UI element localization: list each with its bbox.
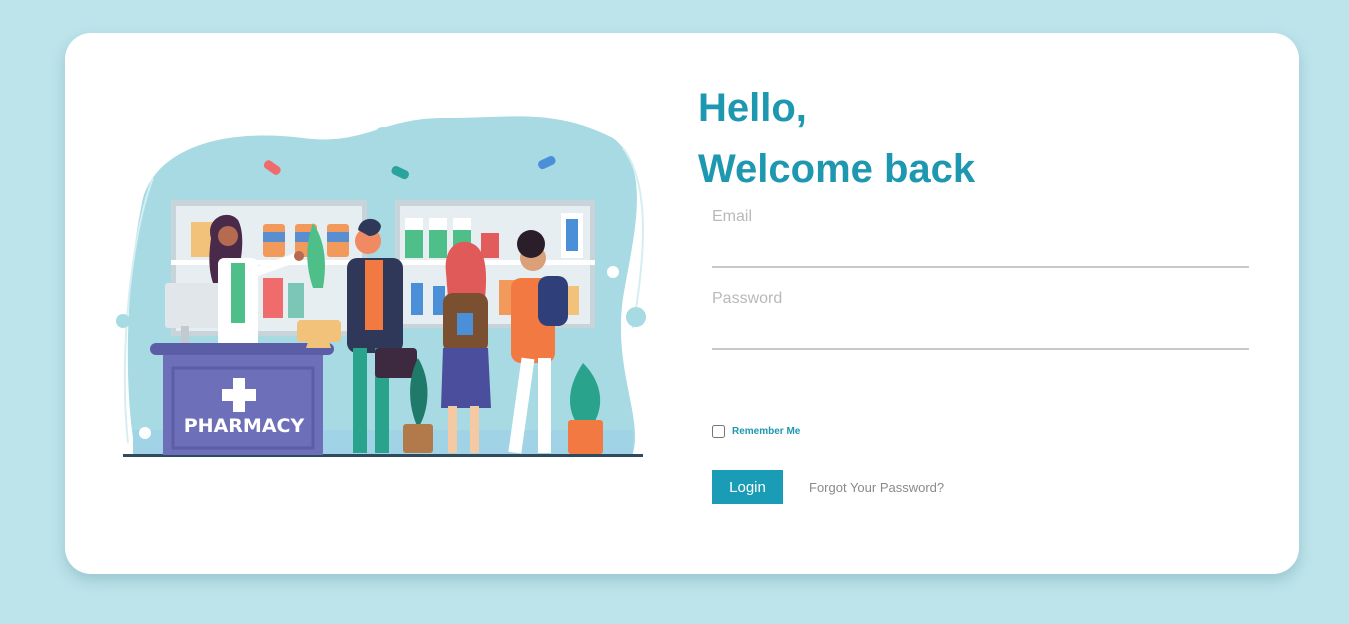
password-field-group: Password <box>712 290 1249 350</box>
pharmacy-illustration: PHARMACY <box>113 108 653 468</box>
login-form: Hello, Welcome back Email Password Remem… <box>698 78 1258 504</box>
form-actions: Login Forgot Your Password? <box>712 470 944 504</box>
forgot-password-link[interactable]: Forgot Your Password? <box>809 480 944 495</box>
remember-me-row: Remember Me <box>712 425 800 438</box>
email-field[interactable] <box>712 226 1249 268</box>
email-field-group: Email <box>712 208 1249 268</box>
password-field[interactable] <box>712 308 1249 350</box>
welcome-heading: Hello, Welcome back <box>698 78 1258 200</box>
login-card: PHARMACY Hello, Welcome back Email Passw… <box>65 33 1299 574</box>
heading-line-1: Hello, <box>698 86 807 130</box>
remember-me-checkbox[interactable] <box>712 425 725 438</box>
email-label: Email <box>712 208 753 225</box>
heading-line-2: Welcome back <box>698 147 976 191</box>
remember-me-label[interactable]: Remember Me <box>732 426 800 437</box>
login-button[interactable]: Login <box>712 470 783 504</box>
password-label: Password <box>712 290 783 307</box>
counter-text: PHARMACY <box>184 415 305 437</box>
